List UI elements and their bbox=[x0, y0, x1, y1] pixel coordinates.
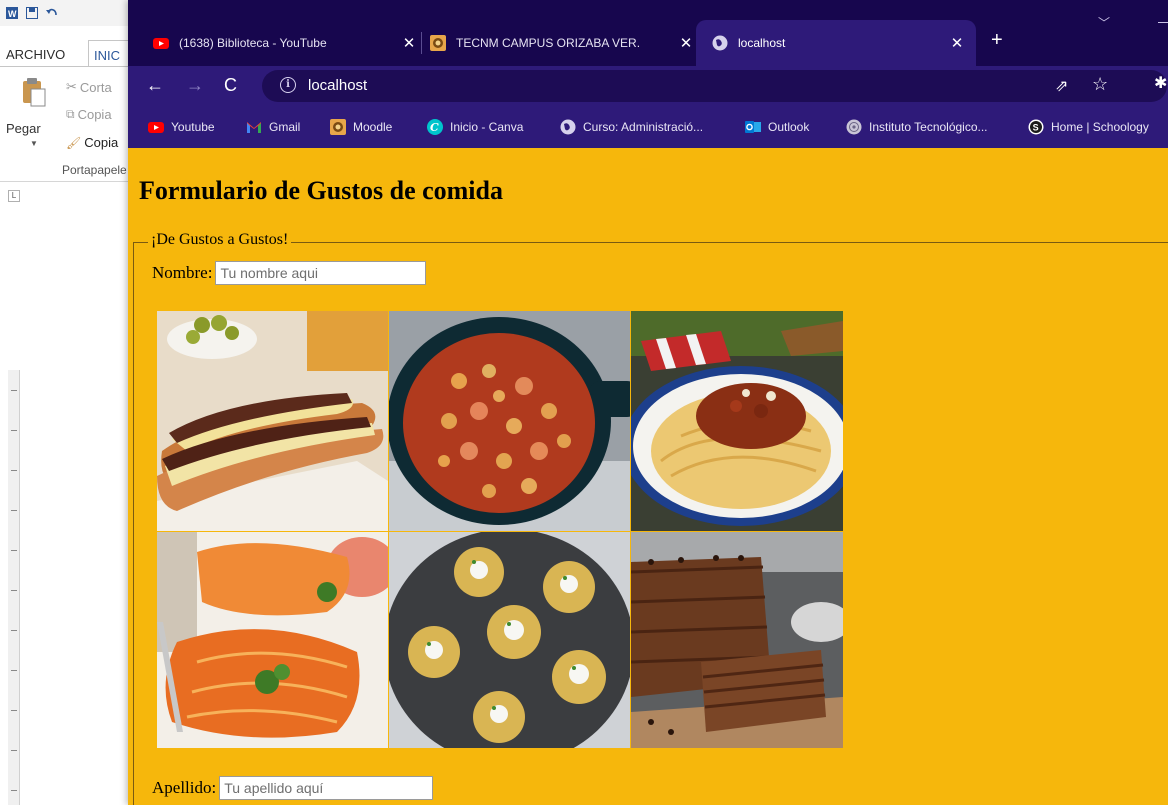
info-icon[interactable]: i bbox=[280, 77, 296, 93]
tab-stop-selector[interactable]: L bbox=[8, 190, 20, 202]
format-painter-label: Copia bbox=[84, 135, 119, 150]
bookmark-label: Moodle bbox=[353, 120, 393, 134]
save-icon[interactable] bbox=[26, 6, 38, 19]
tab-strip: (1638) Biblioteca - YouTube ✕ TECNM CAMP… bbox=[128, 0, 1168, 66]
vertical-ruler bbox=[8, 370, 20, 805]
browser-window: (1638) Biblioteca - YouTube ✕ TECNM CAMP… bbox=[128, 0, 1168, 805]
paste-button[interactable]: Pegar bbox=[6, 121, 41, 136]
schoology-icon: S bbox=[1028, 119, 1044, 135]
bookmark-label: Inicio - Canva bbox=[450, 120, 524, 134]
bookmark-gmail[interactable]: Gmail bbox=[246, 118, 300, 136]
bookmark-instituto[interactable]: Instituto Tecnológico... bbox=[846, 118, 988, 136]
close-icon[interactable]: ✕ bbox=[400, 34, 418, 52]
address-bar[interactable]: i localhost ⇗ ☆ bbox=[262, 70, 1167, 102]
tab-tecnm[interactable]: TECNM CAMPUS ORIZABA VER. ✕ bbox=[430, 20, 695, 66]
cut-label: Corta bbox=[79, 79, 112, 95]
bookmark-curso[interactable]: Curso: Administració... bbox=[560, 118, 703, 136]
new-tab-button[interactable]: + bbox=[991, 30, 1003, 50]
bookmark-label: Instituto Tecnológico... bbox=[869, 120, 988, 134]
reload-icon[interactable]: C bbox=[224, 74, 237, 96]
bookmark-label: Curso: Administració... bbox=[583, 120, 704, 134]
ribbon-group-clipboard: Portapapele bbox=[62, 163, 127, 177]
bookmark-star-icon[interactable]: ☆ bbox=[1092, 74, 1108, 95]
globe-icon bbox=[560, 119, 576, 135]
moodle-icon bbox=[430, 35, 446, 51]
svg-text:S: S bbox=[1033, 123, 1039, 133]
undo-icon[interactable] bbox=[46, 6, 58, 18]
word-logo-icon: W bbox=[6, 6, 18, 19]
outlook-icon bbox=[745, 119, 761, 135]
minimize-icon[interactable] bbox=[1158, 22, 1168, 23]
word-quick-access-bar: W bbox=[0, 0, 130, 26]
youtube-icon bbox=[153, 35, 169, 51]
extensions-icon[interactable]: ✱ bbox=[1154, 73, 1167, 93]
scissors-icon: ✂ bbox=[66, 79, 77, 94]
bookmarks-bar: Youtube Gmail Moodle C Inicio - Canva Cu… bbox=[128, 106, 1168, 148]
share-icon[interactable]: ⇗ bbox=[1055, 76, 1068, 96]
spaghetti-bolognese-photo bbox=[631, 311, 843, 531]
tab-localhost[interactable]: localhost ✕ bbox=[696, 20, 976, 66]
food-gallery bbox=[157, 311, 843, 748]
word-ribbon-tabs: ARCHIVO INIC bbox=[0, 40, 130, 70]
bookmark-label: Outlook bbox=[768, 120, 810, 134]
tab-title: localhost bbox=[738, 36, 786, 50]
bookmark-canva[interactable]: C Inicio - Canva bbox=[427, 118, 523, 136]
paste-icon[interactable] bbox=[22, 77, 46, 107]
apellido-row: Apellido: bbox=[152, 776, 434, 800]
word-window: W ARCHIVO INIC Pegar ▼ ✂ Corta ⧉ Copia 🖌… bbox=[0, 0, 130, 805]
page-content: Formulario de Gustos de comida ¡De Gusto… bbox=[128, 148, 1168, 805]
bookmark-schoology[interactable]: S Home | Schoology bbox=[1028, 118, 1149, 136]
apellido-label: Apellido: bbox=[152, 778, 217, 797]
salmon-fillet-photo bbox=[157, 532, 388, 748]
nombre-label: Nombre: bbox=[152, 263, 213, 282]
eclair-photo bbox=[157, 311, 388, 531]
chevron-down-icon[interactable]: ﹀ bbox=[1098, 14, 1110, 31]
svg-text:C: C bbox=[430, 121, 439, 134]
svg-text:W: W bbox=[8, 9, 17, 19]
tab-title: TECNM CAMPUS ORIZABA VER. bbox=[456, 36, 641, 50]
nombre-row: Nombre: bbox=[152, 261, 427, 285]
tab-title: (1638) Biblioteca - YouTube bbox=[179, 36, 327, 50]
forward-arrow-icon[interactable]: → bbox=[186, 74, 204, 96]
bookmark-label: Gmail bbox=[269, 120, 301, 134]
page-title: Formulario de Gustos de comida bbox=[139, 176, 503, 205]
bookmark-moodle[interactable]: Moodle bbox=[330, 118, 392, 136]
apellido-input[interactable] bbox=[219, 776, 434, 800]
youtube-icon bbox=[148, 119, 164, 135]
fieldset-legend: ¡De Gustos a Gustos! bbox=[148, 231, 292, 249]
bookmark-youtube[interactable]: Youtube bbox=[148, 118, 215, 136]
word-ribbon: Pegar ▼ ✂ Corta ⧉ Copia 🖌 Copia Portapap… bbox=[0, 66, 130, 182]
bookmark-label: Youtube bbox=[171, 120, 215, 134]
nombre-input[interactable] bbox=[215, 261, 427, 285]
browser-toolbar: ← → C i localhost ⇗ ☆ bbox=[128, 66, 1168, 106]
smashed-potatoes-photo bbox=[389, 532, 630, 748]
close-icon[interactable]: ✕ bbox=[677, 34, 695, 52]
copy-icon: ⧉ bbox=[66, 107, 75, 121]
cut-button[interactable]: ✂ Corta bbox=[66, 79, 112, 95]
bookmark-label: Home | Schoology bbox=[1051, 120, 1149, 134]
copy-button[interactable]: ⧉ Copia bbox=[66, 107, 112, 122]
bookmark-outlook[interactable]: Outlook bbox=[745, 118, 809, 136]
address-url[interactable]: localhost bbox=[308, 77, 367, 94]
canva-icon: C bbox=[427, 119, 443, 135]
chocolate-biscuit-cake-photo bbox=[631, 532, 843, 748]
back-arrow-icon[interactable]: ← bbox=[146, 74, 164, 96]
seal-icon bbox=[846, 119, 862, 135]
globe-icon bbox=[712, 35, 728, 51]
gmail-icon bbox=[246, 119, 262, 135]
tab-youtube[interactable]: (1638) Biblioteca - YouTube ✕ bbox=[148, 20, 418, 66]
brush-icon: 🖌 bbox=[66, 135, 82, 150]
ribbon-tab-file[interactable]: ARCHIVO bbox=[6, 47, 65, 62]
chevron-down-icon[interactable]: ▼ bbox=[30, 139, 38, 148]
moodle-icon bbox=[330, 119, 346, 135]
copy-label: Copia bbox=[77, 107, 112, 122]
close-icon[interactable]: ✕ bbox=[948, 34, 966, 52]
octopus-chickpea-stew-photo bbox=[389, 311, 630, 531]
format-painter-button[interactable]: 🖌 Copia bbox=[66, 135, 118, 150]
